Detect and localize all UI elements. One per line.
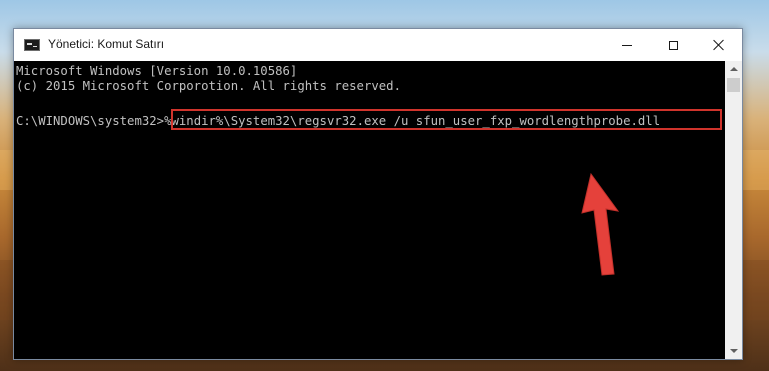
- minimize-icon: [622, 44, 632, 46]
- command-prompt-window: Yönetici: Komut Satırı Microsoft Windows…: [13, 28, 743, 360]
- maximize-button[interactable]: [650, 29, 696, 61]
- pointer-arrow-icon: [581, 172, 620, 276]
- console-output[interactable]: Microsoft Windows [Version 10.0.10586] (…: [14, 61, 725, 359]
- command-highlight-box: [171, 109, 722, 130]
- console-prompt: C:\WINDOWS\system32>: [16, 114, 165, 128]
- minimize-button[interactable]: [604, 29, 650, 61]
- console-line-copyright: (c) 2015 Microsoft Corporotion. All righ…: [16, 79, 401, 93]
- cmd-icon: [24, 39, 40, 51]
- chevron-down-icon: [729, 349, 738, 353]
- chevron-up-icon: [729, 67, 738, 71]
- maximize-icon: [668, 40, 678, 50]
- console-line-version: Microsoft Windows [Version 10.0.10586]: [16, 64, 298, 78]
- scroll-up-button[interactable]: [725, 61, 742, 77]
- close-button[interactable]: [696, 29, 742, 61]
- window-title: Yönetici: Komut Satırı: [48, 37, 165, 51]
- scroll-down-button[interactable]: [725, 343, 742, 359]
- close-icon: [713, 39, 725, 51]
- title-bar[interactable]: Yönetici: Komut Satırı: [14, 29, 742, 61]
- scroll-thumb[interactable]: [727, 78, 740, 92]
- vertical-scrollbar[interactable]: [725, 61, 742, 359]
